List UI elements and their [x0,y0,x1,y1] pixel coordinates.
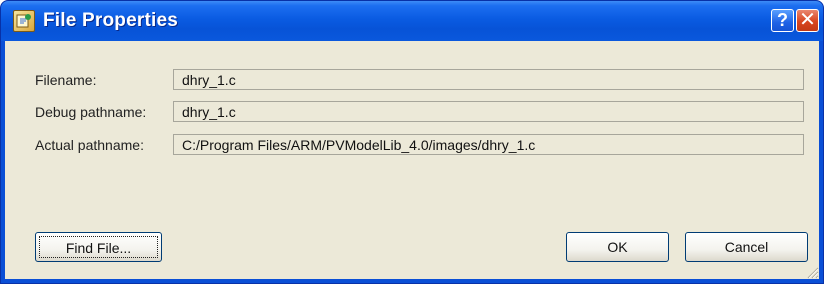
dialog-body: Filename: dhry_1.c Debug pathname: dhry_… [5,41,819,279]
help-icon: ? [777,10,788,30]
find-file-button[interactable]: Find File... [35,232,162,262]
app-icon [13,10,35,32]
filename-row: Filename: dhry_1.c [5,69,819,93]
title-bar[interactable]: File Properties ? ✕ [1,1,823,41]
actual-pathname-label: Actual pathname: [35,137,144,153]
filename-label: Filename: [35,72,97,88]
ok-button[interactable]: OK [566,232,669,262]
close-icon: ✕ [799,9,816,31]
actual-pathname-field[interactable]: C:/Program Files/ARM/PVModelLib_4.0/imag… [173,134,804,155]
debug-pathname-label: Debug pathname: [35,104,147,120]
cancel-button[interactable]: Cancel [685,232,808,262]
window-title: File Properties [43,10,178,31]
actual-pathname-row: Actual pathname: C:/Program Files/ARM/PV… [5,134,819,158]
close-button[interactable]: ✕ [796,9,819,32]
help-button[interactable]: ? [771,9,794,32]
filename-field[interactable]: dhry_1.c [173,69,804,90]
find-file-label: Find File... [39,236,158,258]
file-properties-dialog: File Properties ? ✕ Filename: dhry_1.c D… [0,0,824,284]
debug-pathname-field[interactable]: dhry_1.c [173,101,804,122]
resize-grip-icon[interactable] [805,265,819,279]
debug-pathname-row: Debug pathname: dhry_1.c [5,101,819,125]
